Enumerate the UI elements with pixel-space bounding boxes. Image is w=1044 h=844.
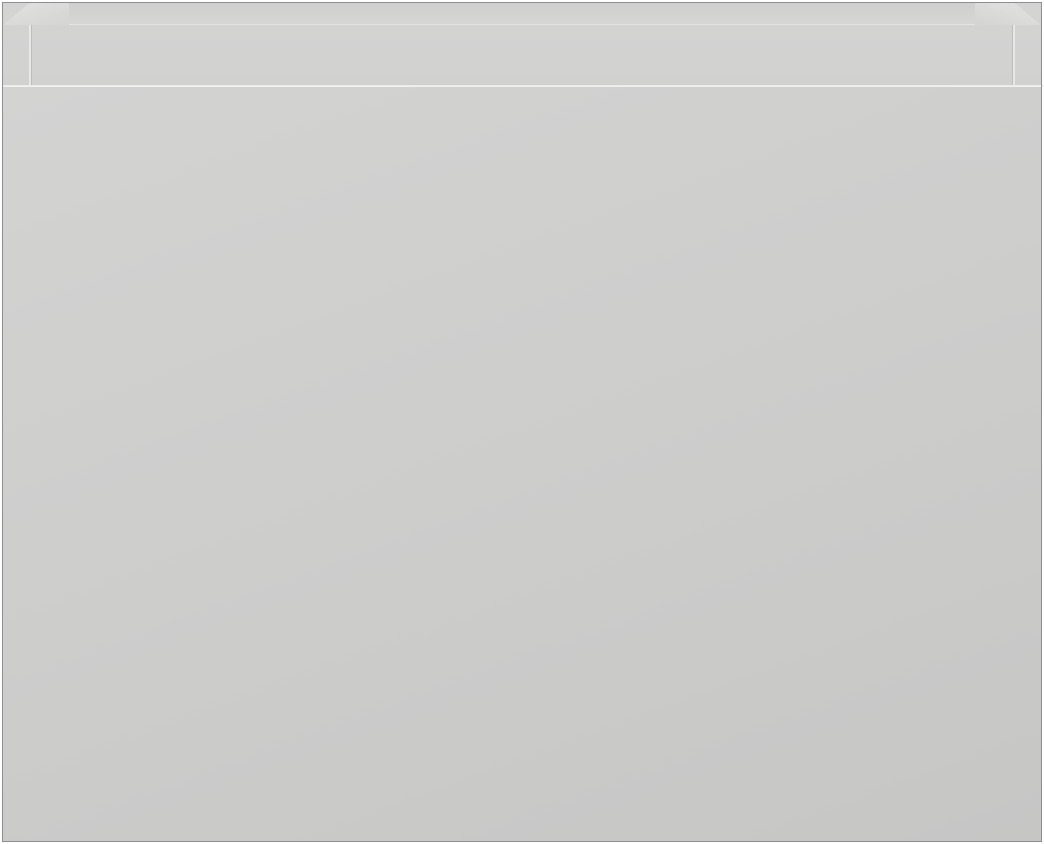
cabinet-top-rim [2, 2, 1043, 87]
product-render [0, 0, 1044, 844]
rim-right-wall [975, 3, 1041, 25]
rim-right-inner-edge [1012, 25, 1015, 87]
drawer-front-panel [2, 86, 1042, 842]
rim-left-inner-edge [29, 25, 32, 87]
rim-back-wall [69, 3, 975, 25]
rim-left-wall [3, 3, 69, 25]
drawer-cabinet [2, 2, 1043, 842]
